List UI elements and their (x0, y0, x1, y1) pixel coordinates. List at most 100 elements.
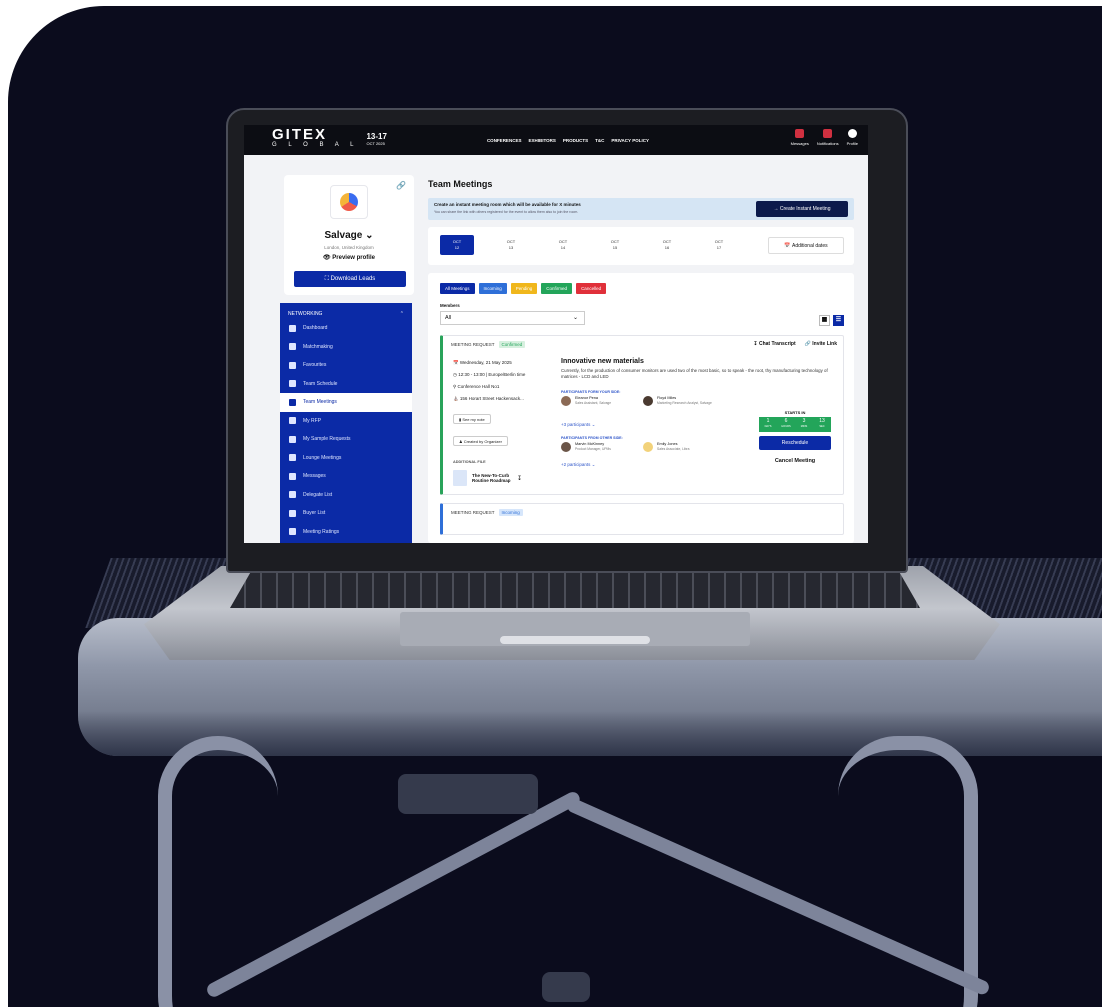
sidebar-item-matchmaking[interactable]: Matchmaking (280, 338, 412, 357)
sidebar-section-header[interactable]: NETWORKING ⌃ (280, 303, 412, 319)
more-participants-label: +2 participants (561, 462, 591, 467)
company-logo-icon (340, 193, 358, 211)
countdown-unit: DAYS (764, 425, 772, 428)
nav-link-tc[interactable]: T&C (595, 138, 604, 143)
create-instant-meeting-button[interactable]: → Create Instant Meeting (756, 201, 848, 217)
meeting-time-text: 12:30 - 13:00 | Europe/Berlin time (458, 372, 526, 377)
gitex-logo[interactable]: GITEX G L O B A L (272, 127, 358, 151)
date-tab[interactable]: OCT 17 (702, 235, 736, 255)
nav-link-exhibitors[interactable]: EXHIBITORS (528, 138, 555, 143)
countdown-days: 1 DAYS (759, 417, 777, 432)
participant[interactable]: Emily Jones Sales Associate, Libra (643, 442, 689, 452)
list-view-icon[interactable]: ☰ (833, 315, 844, 326)
sidebar-item-team-schedule[interactable]: Team Schedule (280, 375, 412, 394)
preview-profile-link[interactable]: 👁 Preview profile (284, 254, 414, 261)
sidebar-item-label: Dashboard (303, 325, 328, 332)
company-name[interactable]: Salvage ⌄ (284, 230, 414, 241)
attached-file[interactable]: The New-To-Curb Routine Roadmap ↧ (453, 467, 543, 489)
nav-link-products[interactable]: PRODUCTS (563, 138, 588, 143)
view-toggle: ▦ ☰ (819, 315, 844, 326)
rfp-icon (289, 417, 296, 425)
filter-all-meetings[interactable]: All Meetings (440, 283, 475, 294)
sidebar-item-label: Lounge Meetings (303, 454, 342, 461)
members-value: All (445, 315, 452, 321)
participant-role: Sales Associate, Libra (657, 447, 690, 451)
notifications-button[interactable]: Notifications (817, 129, 839, 146)
starts-in-label: STARTS IN (784, 410, 806, 415)
messages-button[interactable]: Messages (791, 129, 809, 146)
download-icon[interactable]: ↧ (517, 475, 522, 482)
people-icon (289, 491, 296, 499)
sidebar-item-lounge-meetings[interactable]: Lounge Meetings (280, 449, 412, 468)
participant[interactable]: Eleanor Pena Sales Assistant, Salvage (561, 396, 611, 406)
sidebar-item-favourites[interactable]: Favourites (280, 356, 412, 375)
sidebar-item-sample-requests[interactable]: My Sample Requests (280, 430, 412, 449)
sidebar-item-buyer-list[interactable]: Buyer List (280, 504, 412, 523)
sidebar-item-dashboard[interactable]: Dashboard (280, 319, 412, 338)
meeting-card: MEETING REQUEST Confirmed ↧ Chat Transcr… (440, 335, 844, 495)
date-tab[interactable]: OCT 16 (650, 235, 684, 255)
members-select[interactable]: All ⌄ (440, 311, 585, 325)
download-leads-button[interactable]: ⛶ Download Leads (294, 271, 406, 287)
company-location: London, United Kingdom (324, 245, 374, 250)
table-clamp (398, 774, 538, 814)
nav-link-privacy[interactable]: PRIVACY POLICY (611, 138, 649, 143)
chat-transcript-link[interactable]: ↧ Chat Transcript (753, 341, 795, 347)
preview-profile-label: Preview profile (332, 255, 375, 261)
invite-link[interactable]: 🔗 Invite Link (805, 341, 837, 347)
nav-link-conferences[interactable]: CONFERENCES (487, 138, 522, 143)
people-icon (289, 509, 296, 517)
date-day: 17 (716, 245, 722, 250)
filter-incoming[interactable]: Incoming (478, 283, 507, 294)
see-note-button[interactable]: ▮ See my note (453, 414, 491, 424)
filter-confirmed[interactable]: Confirmed (541, 283, 573, 294)
date-day: 13 (508, 245, 514, 250)
filter-cancelled[interactable]: Cancelled (576, 283, 607, 294)
meeting-time: ◷ 12:30 - 13:00 | Europe/Berlin time (453, 372, 526, 377)
message-icon (795, 129, 805, 138)
status-filters: All Meetings Incoming Pending Confirmed … (440, 283, 607, 294)
download-leads-label: Download Leads (330, 276, 376, 282)
date-selector: OCT 12 OCT 13 OCT 14 OCT 15 OCT 16 OCT 17 📅 Ad… (428, 227, 854, 265)
sidebar-item-delegate-list[interactable]: Delegate List (280, 486, 412, 505)
date-tab[interactable]: OCT 12 (440, 235, 474, 255)
chevron-up-icon: ⌃ (399, 311, 404, 317)
sidebar-item-label: Messages (303, 473, 326, 480)
status-badge: Confirmed (498, 341, 526, 348)
meeting-address-text: 156 Horart Street Hackensack... (459, 396, 524, 401)
avatar (643, 396, 653, 406)
meeting-actions: ↧ Chat Transcript 🔗 Invite Link (753, 341, 837, 347)
participant[interactable]: Marvin McKinney Product Manager, UPMs (561, 442, 611, 452)
sidebar-item-label: Buyer List (303, 510, 326, 517)
profile-icon (847, 129, 857, 138)
date-month: OCT (610, 239, 620, 244)
countdown-unit: SEC (819, 425, 825, 428)
sidebar-item-messages[interactable]: Messages (280, 467, 412, 486)
additional-dates-button[interactable]: 📅 Additional dates (768, 237, 844, 254)
calendar-view-icon[interactable]: ▦ (819, 315, 830, 326)
participant[interactable]: Floyd Miles Marketing Research Analyst, S… (643, 396, 712, 406)
cancel-meeting-button[interactable]: Cancel Meeting (759, 458, 831, 464)
sidebar-item-my-rfp[interactable]: My RFP (280, 412, 412, 431)
reschedule-button[interactable]: Reschedule (759, 436, 831, 450)
date-tab[interactable]: OCT 13 (494, 235, 528, 255)
event-dates: 13-17 OCT 2025 (366, 133, 386, 147)
more-participants-yours[interactable]: +3 participants ⌄ (561, 422, 595, 428)
date-tab[interactable]: OCT 15 (598, 235, 632, 255)
profile-button[interactable]: Profile (847, 129, 858, 146)
participant-name: Marvin McKinney (575, 442, 605, 446)
participant-name: Eleanor Pena (575, 396, 599, 400)
invite-link-label: Invite Link (812, 341, 837, 347)
created-by-label: Created by Organizer (463, 438, 502, 444)
filter-pending[interactable]: Pending (510, 283, 538, 294)
sidebar-item-meeting-ratings[interactable]: Meeting Ratings (280, 523, 412, 542)
countdown-hours: 6 HOURS (777, 417, 795, 432)
calendar-icon (289, 380, 296, 388)
sidebar-section-label: NETWORKING (288, 311, 323, 317)
banner-title: Create an instant meeting room which wil… (434, 202, 581, 207)
more-participants-other[interactable]: +2 participants ⌄ (561, 462, 595, 468)
date-month: OCT (506, 239, 516, 244)
link-icon[interactable]: 🔗 (396, 181, 406, 190)
date-tab[interactable]: OCT 14 (546, 235, 580, 255)
sidebar-item-team-meetings[interactable]: Team Meetings (280, 393, 412, 412)
